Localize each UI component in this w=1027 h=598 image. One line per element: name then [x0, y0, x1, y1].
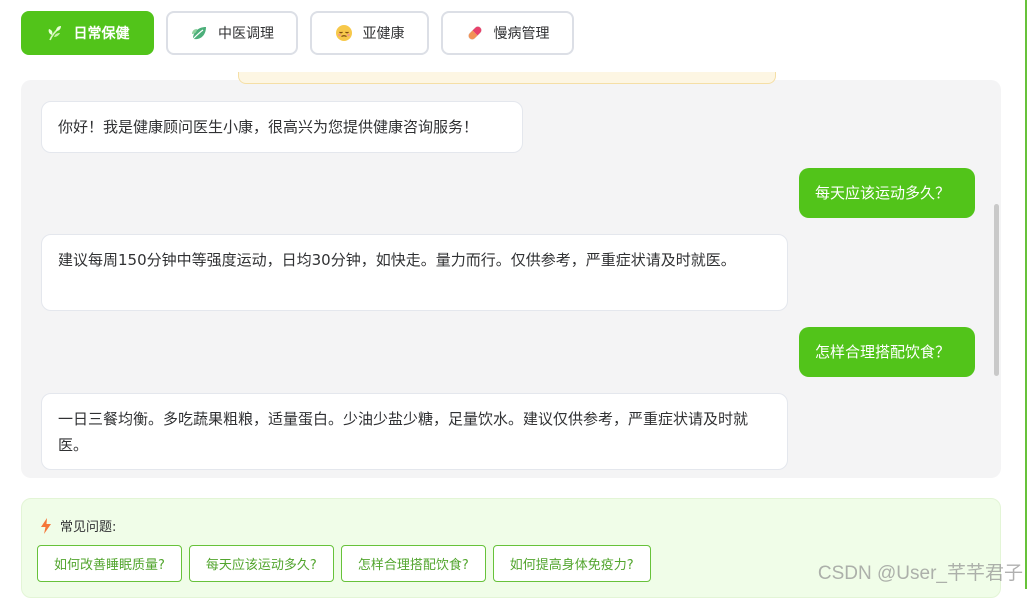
- faq-question-button[interactable]: 怎样合理搭配饮食?: [340, 545, 486, 582]
- chat-scrollbar[interactable]: [994, 204, 999, 376]
- tab-label: 亚健康: [362, 26, 405, 42]
- lightning-icon: [40, 517, 52, 534]
- faq-question-button[interactable]: 如何提高身体免疫力?: [492, 545, 651, 582]
- message-text: 你好！我是健康顾问医生小康，很高兴为您提供健康咨询服务！: [58, 118, 479, 136]
- chat-panel: 你好！我是健康顾问医生小康，很高兴为您提供健康咨询服务！ 每天应该运动多久？ 建…: [21, 80, 1001, 478]
- bot-message: 你好！我是健康顾问医生小康，很高兴为您提供健康咨询服务！: [41, 101, 523, 153]
- faq-title-text: 常见问题:: [60, 520, 117, 535]
- message-text: 建议每周150分钟中等强度运动，日均30分钟，如快走。量力而行。仅供参考，严重症…: [58, 251, 736, 269]
- tired-face-icon: [335, 24, 353, 42]
- herb-leaf-icon: [190, 24, 208, 42]
- message-text: 每天应该运动多久？: [815, 184, 951, 202]
- faq-title: 常见问题:: [40, 516, 116, 535]
- bot-message: 一日三餐均衡。多吃蔬果粗粮，适量蛋白。少油少盐少糖，足量饮水。建议仅供参考，严重…: [41, 393, 788, 470]
- tab-label: 日常保健: [73, 26, 130, 42]
- user-message: 怎样合理搭配饮食？: [799, 327, 975, 377]
- tab-label: 中医调理: [218, 26, 274, 42]
- tab-label: 慢病管理: [493, 26, 550, 42]
- faq-question-button[interactable]: 如何改善睡眠质量?: [37, 545, 182, 582]
- bot-message: 建议每周150分钟中等强度运动，日均30分钟，如快走。量力而行。仅供参考，严重症…: [41, 234, 788, 311]
- tab-chronic-disease[interactable]: 慢病管理: [441, 11, 574, 55]
- tab-subhealth[interactable]: 亚健康: [310, 11, 429, 55]
- leaf-sprout-icon: [46, 24, 64, 42]
- watermark: CSDN @User_芊芊君子: [817, 563, 1023, 584]
- notice-banner-edge: [238, 72, 776, 84]
- message-text: 一日三餐均衡。多吃蔬果粗粮，适量蛋白。少油少盐少糖，足量饮水。建议仅供参考，严重…: [58, 410, 749, 454]
- tab-tcm[interactable]: 中医调理: [166, 11, 298, 55]
- faq-question-list: 如何改善睡眠质量? 每天应该运动多久? 怎样合理搭配饮食? 如何提高身体免疫力?: [37, 545, 658, 582]
- message-text: 怎样合理搭配饮食？: [815, 343, 951, 361]
- tab-daily-care[interactable]: 日常保健: [21, 11, 154, 55]
- user-message: 每天应该运动多久？: [799, 168, 975, 218]
- category-tabs: 日常保健 中医调理 亚健康 慢病管理: [21, 11, 586, 55]
- pill-icon: [466, 24, 484, 42]
- faq-question-button[interactable]: 每天应该运动多久?: [188, 545, 334, 582]
